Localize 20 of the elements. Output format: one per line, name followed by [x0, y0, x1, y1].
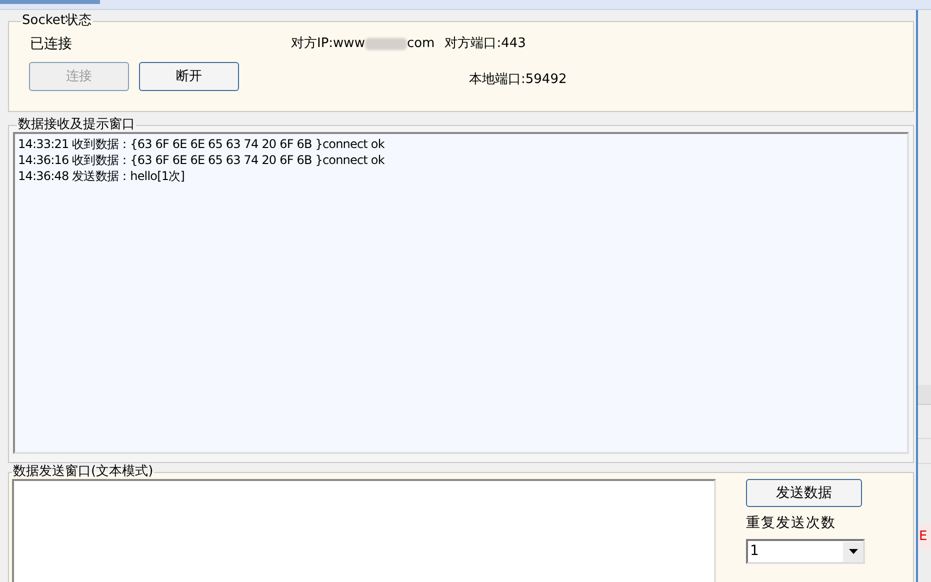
connection-status: 已连接 — [29, 34, 73, 54]
dropdown-value: 1 — [749, 542, 760, 561]
local-port-label: 本地端口:59492 — [469, 70, 567, 89]
remote-port-label: 对方端口:443 — [444, 35, 526, 54]
error-text: E — [918, 528, 928, 546]
repeat-count-dropdown[interactable]: 1 — [746, 539, 865, 564]
redacted-block — [364, 38, 407, 50]
remote-ip-suffix: com — [406, 35, 435, 54]
group-title: Socket状态 — [21, 14, 93, 28]
disconnect-button[interactable]: 断开 — [139, 62, 239, 91]
log-line: 14:36:16 收到数据：{63 6F 6E 6E 65 63 74 20 6F 6B }connect ok — [18, 152, 386, 168]
receive-log[interactable]: 14:33:21 收到数据：{63 6F 6E 6E 65 63 74 20 6F 6B }connect ok 14:36:16 收到数据：{63 6F 6E 6E 65 63 74 20 6F 6B }connect ok 14:36:48 发送数据：hello[1次] — [13, 132, 909, 454]
log-line: 14:36:48 发送数据：hello[1次] — [18, 168, 186, 184]
send-data-button[interactable]: 发送数据 — [746, 479, 862, 507]
remote-ip-label: 对方IP:www — [291, 35, 365, 54]
group-title: 数据接收及提示窗口 — [17, 118, 136, 132]
send-text-input[interactable] — [12, 479, 716, 582]
log-line: 14:33:21 收到数据：{63 6F 6E 6E 65 63 74 20 6F 6B }connect ok — [18, 136, 386, 152]
group-title: 数据发送窗口(文本模式) — [12, 465, 154, 479]
repeat-count-label: 重复发送次数 — [746, 514, 837, 533]
